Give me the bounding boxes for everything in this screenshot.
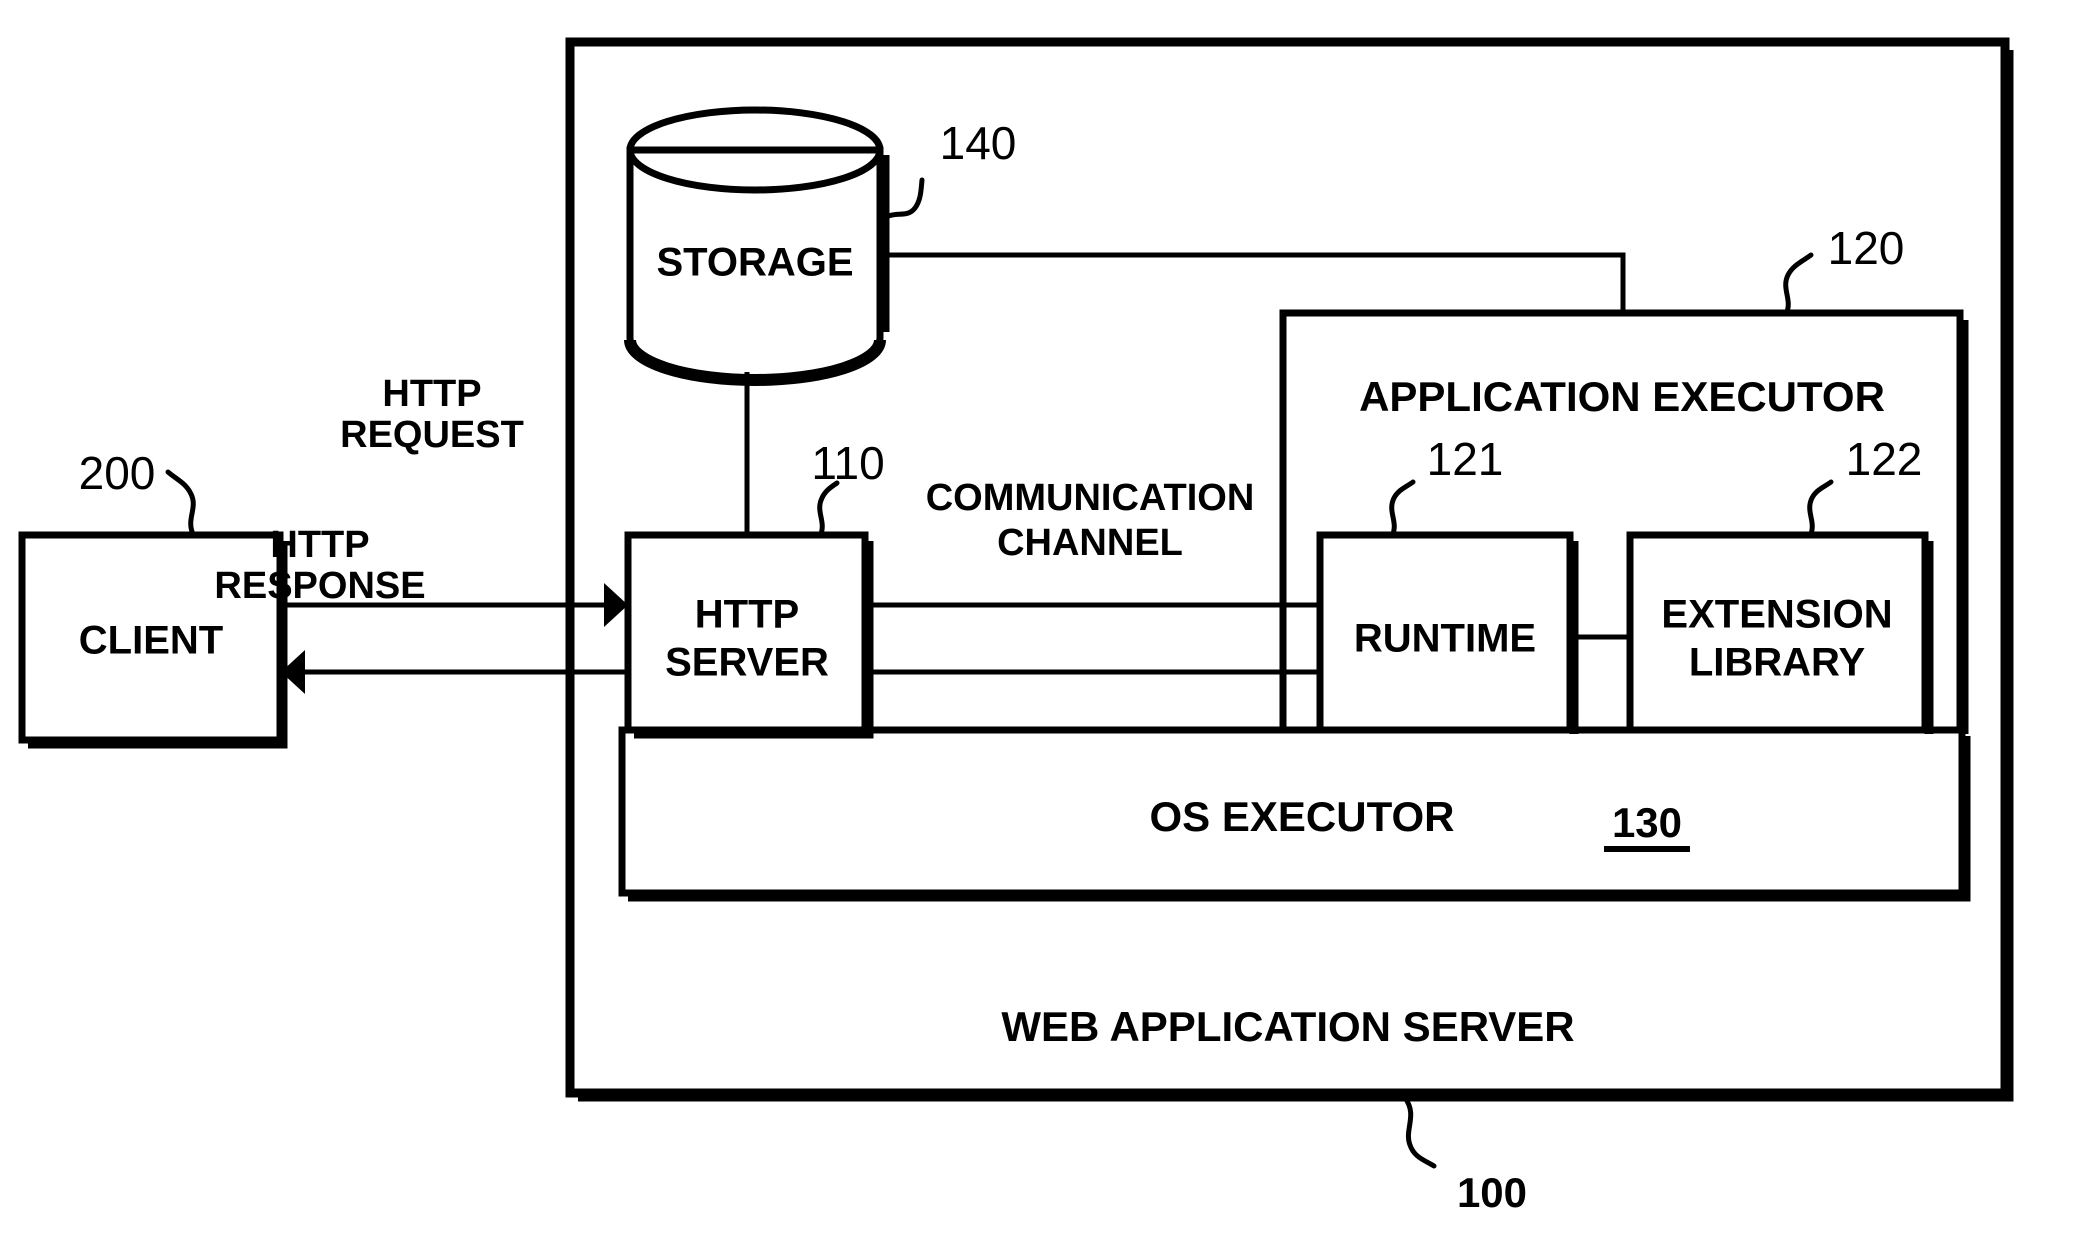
web-application-server-shadow xyxy=(578,50,2014,1102)
http-server-label-line1: HTTP xyxy=(695,593,799,637)
storage-label: STORAGE xyxy=(656,241,853,285)
ref-140-label: 140 xyxy=(940,117,1017,169)
diagram-canvas: WEB APPLICATION SERVER 100 CLIENT 200 HT… xyxy=(0,0,2076,1251)
ref-200-leader xyxy=(165,469,196,537)
client-label: CLIENT xyxy=(79,619,223,663)
ref-110-leader xyxy=(817,480,840,539)
ref-122-label: 122 xyxy=(1846,433,1923,485)
communication-channel-label-line2: CHANNEL xyxy=(997,522,1183,564)
runtime-label: RUNTIME xyxy=(1354,617,1536,661)
ref-100-leader xyxy=(1402,1095,1437,1169)
ref-121-label: 121 xyxy=(1427,433,1504,485)
ref-110-label: 110 xyxy=(811,437,884,489)
ref-200-label: 200 xyxy=(79,447,156,499)
storage-to-app-executor-connector xyxy=(880,252,1626,313)
web-application-server-border xyxy=(565,37,2010,1098)
http-request-label-line1: HTTP xyxy=(382,373,481,415)
block-diagram: WEB APPLICATION SERVER 100 CLIENT 200 HT… xyxy=(18,37,2014,1216)
web-application-server-box xyxy=(565,37,2014,1102)
ref-130-label: 130 xyxy=(1612,799,1682,846)
web-application-server-label: WEB APPLICATION SERVER xyxy=(1001,1003,1574,1050)
http-server-label-line2: SERVER xyxy=(665,641,829,685)
ref-121-leader xyxy=(1389,479,1416,539)
http-server-shadow xyxy=(634,541,874,739)
storage-bottom-shadow xyxy=(624,339,886,386)
communication-channel-label-line1: COMMUNICATION xyxy=(926,477,1255,519)
ref-122-leader xyxy=(1807,479,1834,539)
http-response-arrow xyxy=(281,650,628,694)
http-response-label-line2: RESPONSE xyxy=(214,565,425,607)
ref-100-label: 100 xyxy=(1457,1169,1527,1216)
ref-120-leader xyxy=(1783,252,1814,317)
os-executor-label: OS EXECUTOR xyxy=(1150,793,1455,840)
extension-library-label-line1: EXTENSION xyxy=(1661,593,1892,637)
extension-library-label-line2: LIBRARY xyxy=(1689,641,1866,685)
application-executor-label: APPLICATION EXECUTOR xyxy=(1359,373,1885,420)
ref-120-label: 120 xyxy=(1828,222,1905,274)
communication-channel-lines xyxy=(865,602,1320,733)
http-response-label-line1: HTTP xyxy=(270,524,369,566)
http-request-label-line2: REQUEST xyxy=(340,414,524,456)
